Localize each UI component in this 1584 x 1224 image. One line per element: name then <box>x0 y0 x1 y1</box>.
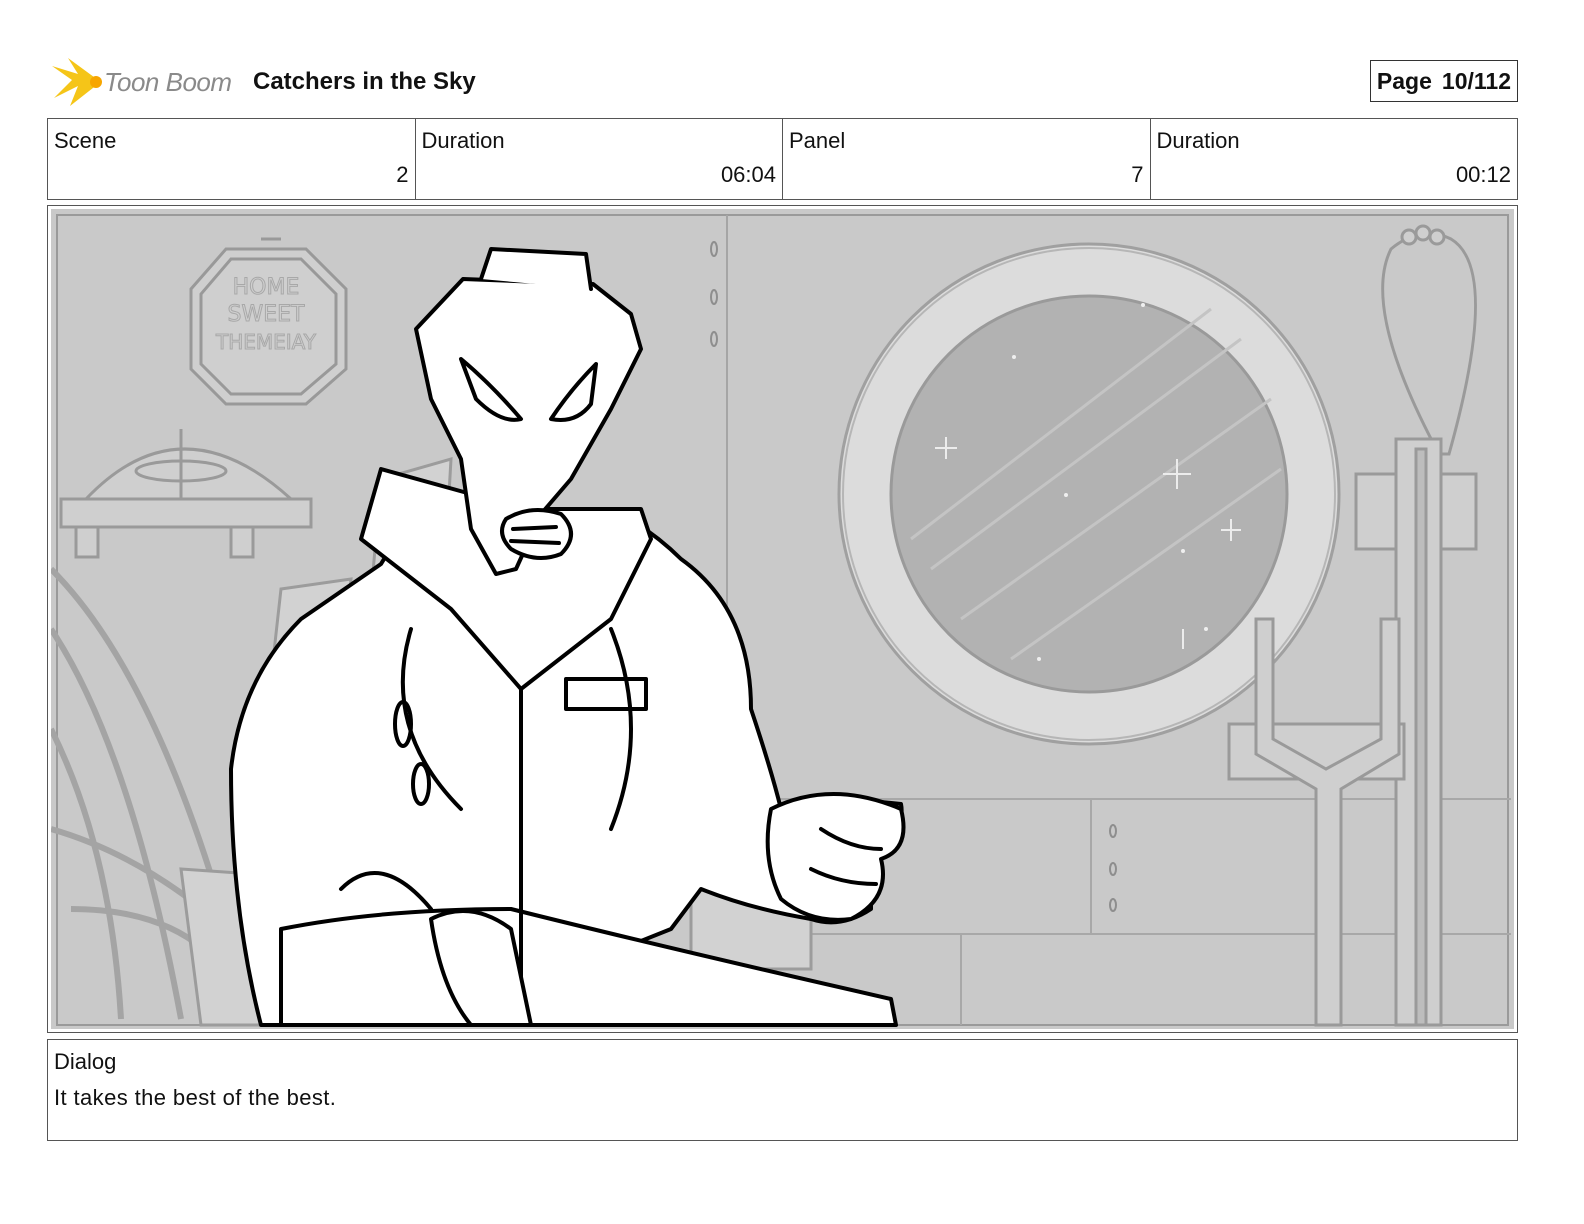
project-title: Catchers in the Sky <box>253 68 476 95</box>
panel-info-row: Scene 2 Duration 06:04 Panel 7 Duration … <box>47 118 1518 200</box>
logo-text: Toon Boom <box>104 67 232 97</box>
scene-duration-cell: Duration 06:04 <box>416 119 783 199</box>
scene-label: Scene <box>54 128 117 153</box>
page-label: Page <box>1376 67 1432 94</box>
starburst-icon <box>52 58 102 106</box>
panel-value: 7 <box>1131 162 1144 187</box>
toon-boom-logo: Toon Boom <box>48 54 248 110</box>
storyboard-panel-frame: HOME SWEET THEMEIAY <box>47 205 1518 1033</box>
panel-label: Panel <box>789 128 846 153</box>
storyboard-header: Toon Boom Catchers in the Sky Page 10/112 <box>48 54 1518 110</box>
panel-cell: Panel 7 <box>783 119 1151 199</box>
home-sweet-sign: HOME SWEET THEMEIAY <box>189 237 348 406</box>
sign-line-1: HOME <box>233 275 300 300</box>
panel-duration-cell: Duration 00:12 <box>1151 119 1518 199</box>
scene-duration-value: 06:04 <box>720 162 776 187</box>
scene-cell: Scene 2 <box>48 119 416 199</box>
page-indicator: Page 10/112 <box>1369 60 1518 102</box>
panel-duration-value: 00:12 <box>1455 162 1511 187</box>
scene-duration-label: Duration <box>421 128 505 153</box>
scene-value: 2 <box>396 162 409 187</box>
sign-line-2: SWEET <box>228 302 306 327</box>
panel-duration-label: Duration <box>1156 128 1240 153</box>
sign-line-3: THEMEIAY <box>215 330 317 354</box>
storyboard-sketch: HOME SWEET THEMEIAY <box>51 209 1514 1029</box>
dialog-text: It takes the best of the best. <box>54 1085 337 1110</box>
dialog-box: Dialog It takes the best of the best. <box>47 1039 1518 1141</box>
page-number: 10/112 <box>1441 67 1511 94</box>
dialog-label: Dialog <box>54 1049 117 1074</box>
